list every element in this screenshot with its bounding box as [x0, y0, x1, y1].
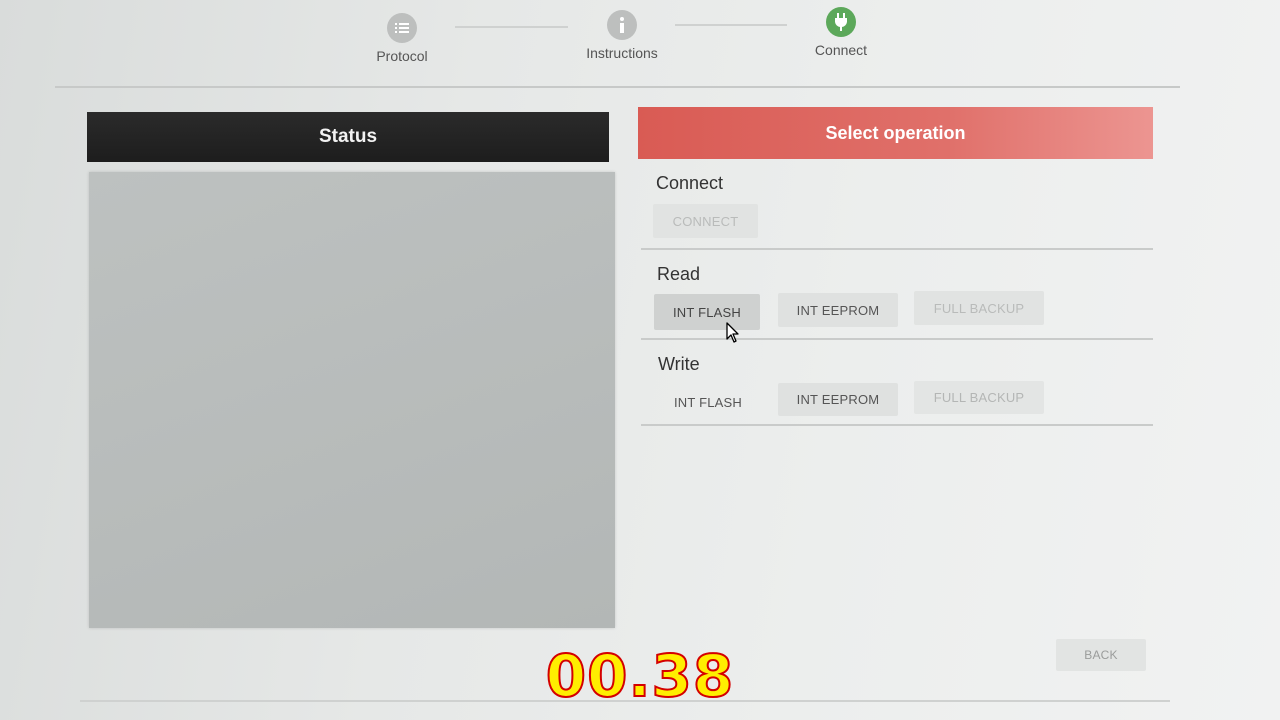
- step-connector: [455, 26, 568, 28]
- step-label: Instructions: [586, 45, 658, 61]
- back-button[interactable]: BACK: [1056, 639, 1146, 671]
- read-full-backup-button[interactable]: FULL BACKUP: [914, 291, 1044, 325]
- status-panel-title: Status: [87, 112, 609, 162]
- connect-button[interactable]: CONNECT: [653, 204, 758, 238]
- step-protocol[interactable]: Protocol: [342, 13, 462, 64]
- write-section-title: Write: [658, 354, 700, 374]
- step-connector: [675, 24, 787, 26]
- stepper-bar: Protocol Instructions Connect: [55, 0, 1180, 88]
- section-divider: [641, 248, 1153, 250]
- step-label: Protocol: [376, 48, 428, 64]
- operation-panel-title: Select operation: [638, 107, 1153, 159]
- read-int-flash-button[interactable]: INT FLASH: [654, 294, 760, 330]
- write-int-eeprom-button[interactable]: INT EEPROM: [778, 383, 898, 416]
- status-log-area: [89, 172, 615, 628]
- write-full-backup-button[interactable]: FULL BACKUP: [914, 381, 1044, 414]
- connect-section-title: Connect: [656, 173, 724, 193]
- info-icon: [607, 10, 637, 40]
- section-divider: [641, 338, 1153, 340]
- step-instructions[interactable]: Instructions: [562, 10, 682, 61]
- mouse-cursor-icon: [726, 322, 739, 343]
- step-connect[interactable]: Connect: [781, 7, 901, 58]
- read-int-eeprom-button[interactable]: INT EEPROM: [778, 293, 898, 327]
- write-int-flash-button[interactable]: INT FLASH: [656, 386, 760, 418]
- read-section-title: Read: [657, 264, 701, 284]
- plug-icon: [826, 7, 856, 37]
- section-divider: [641, 424, 1153, 426]
- step-label: Connect: [814, 42, 868, 58]
- list-icon: [387, 13, 417, 43]
- video-timer-overlay: 00.38: [545, 641, 735, 711]
